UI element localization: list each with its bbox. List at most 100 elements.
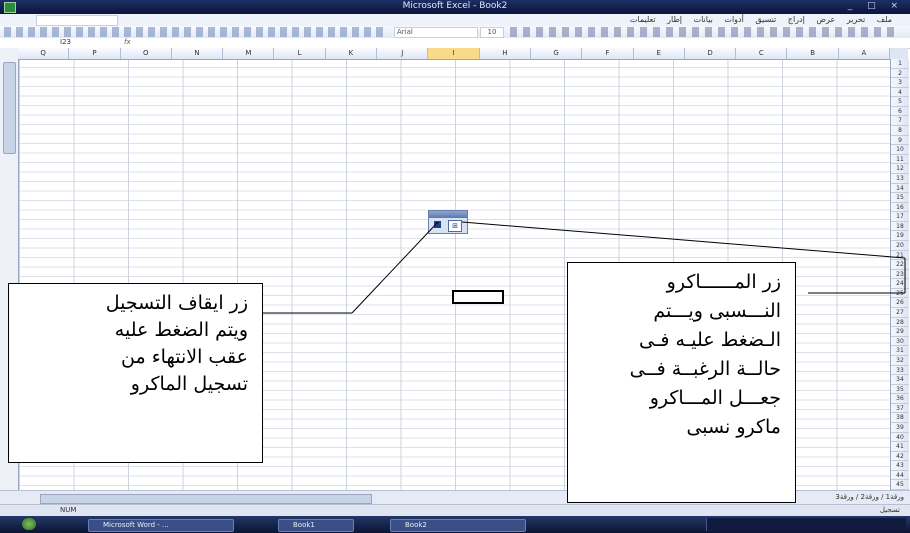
column-header[interactable]: F — [582, 48, 634, 59]
row-header[interactable]: 6 — [891, 107, 909, 117]
row-header[interactable]: 43 — [891, 461, 909, 471]
row-header[interactable]: 23 — [891, 270, 909, 280]
formatting-icons-icon[interactable] — [510, 27, 900, 37]
title-bar: Microsoft Excel - Book2 _ □ × — [0, 0, 910, 14]
row-header[interactable]: 15 — [891, 193, 909, 203]
menu-insert[interactable]: إدراج — [788, 15, 805, 24]
task-book1[interactable]: Book1 — [278, 519, 354, 532]
column-header[interactable]: J — [377, 48, 429, 59]
row-header[interactable]: 2 — [891, 69, 909, 79]
column-header[interactable]: M — [223, 48, 275, 59]
row-header[interactable]: 42 — [891, 452, 909, 462]
row-header[interactable]: 27 — [891, 308, 909, 318]
menu-window[interactable]: إطار — [667, 15, 682, 24]
row-header[interactable]: 18 — [891, 222, 909, 232]
row-header[interactable]: 20 — [891, 241, 909, 251]
column-header[interactable]: N — [172, 48, 224, 59]
row-header[interactable]: 40 — [891, 433, 909, 443]
task-book2[interactable]: Book2 — [390, 519, 526, 532]
row-header[interactable]: 5 — [891, 97, 909, 107]
row-headers: 1 2 3 4 5 6 7 8 9 10 11 12 13 14 15 16 17 18 19 20 21 22 23 24 2… — [890, 59, 909, 491]
fx-icon[interactable]: fx — [124, 38, 131, 47]
font-size-select[interactable]: 10 — [480, 27, 504, 38]
menu-help[interactable]: تعليمات — [630, 15, 656, 24]
excel-app-icon[interactable] — [4, 2, 16, 13]
row-header[interactable]: 37 — [891, 404, 909, 414]
menu-items[interactable]: ملف تحرير عرض إدراج تنسيق أدوات بيانات إ… — [630, 15, 892, 24]
row-header[interactable]: 32 — [891, 356, 909, 366]
row-header[interactable]: 14 — [891, 184, 909, 194]
column-header[interactable]: A — [839, 48, 891, 59]
column-header[interactable]: C — [736, 48, 788, 59]
column-header[interactable]: Q — [18, 48, 70, 59]
row-header[interactable]: 28 — [891, 318, 909, 328]
row-header[interactable]: 21 — [891, 251, 909, 261]
relative-reference-icon[interactable]: ⊞ — [448, 220, 462, 232]
row-header[interactable]: 19 — [891, 231, 909, 241]
callout-line: زر المــــــاكرو — [666, 271, 781, 293]
row-header[interactable]: 39 — [891, 423, 909, 433]
column-header[interactable]: I — [428, 48, 480, 59]
row-header[interactable]: 41 — [891, 442, 909, 452]
column-header[interactable]: P — [69, 48, 121, 59]
menu-data[interactable]: بيانات — [694, 15, 713, 24]
row-header[interactable]: 13 — [891, 174, 909, 184]
row-header[interactable]: 44 — [891, 471, 909, 481]
toolbar-title[interactable] — [429, 211, 467, 218]
taskbar: Microsoft Word - ... Book1 Book2 — [0, 516, 910, 533]
name-box[interactable]: I23 — [58, 38, 120, 47]
scrollbar-thumb[interactable] — [3, 62, 16, 154]
status-recording: تسجيل — [879, 506, 900, 514]
row-header[interactable]: 10 — [891, 145, 909, 155]
row-header[interactable]: 22 — [891, 260, 909, 270]
menu-tools[interactable]: أدوات — [724, 15, 743, 24]
column-header[interactable]: K — [326, 48, 378, 59]
column-header[interactable]: G — [531, 48, 583, 59]
horizontal-scrollbar[interactable] — [40, 494, 372, 504]
callout-stop-recording: زر ايقاف التسجيل ويتم الضغط عليه عقب الا… — [8, 283, 263, 463]
menu-edit[interactable]: تحرير — [847, 15, 865, 24]
column-header[interactable]: O — [121, 48, 172, 59]
column-header[interactable]: E — [634, 48, 685, 59]
row-header[interactable]: 9 — [891, 136, 909, 146]
window-controls[interactable]: _ □ × — [848, 1, 904, 11]
row-header[interactable]: 25 — [891, 289, 909, 299]
row-header[interactable]: 17 — [891, 212, 909, 222]
row-header[interactable]: 34 — [891, 375, 909, 385]
row-header[interactable]: 12 — [891, 164, 909, 174]
question-box[interactable] — [36, 15, 118, 26]
start-button[interactable] — [22, 518, 36, 530]
font-name-select[interactable]: Arial — [394, 27, 478, 38]
row-header[interactable]: 8 — [891, 126, 909, 136]
row-header[interactable]: 33 — [891, 366, 909, 376]
column-header[interactable]: B — [787, 48, 839, 59]
column-header[interactable]: D — [685, 48, 737, 59]
menu-format[interactable]: تنسيق — [755, 15, 776, 24]
row-header[interactable]: 26 — [891, 298, 909, 309]
row-header[interactable]: 29 — [891, 327, 909, 337]
toolbar-icons-icon[interactable] — [4, 27, 384, 37]
row-header[interactable]: 45 — [891, 480, 909, 491]
menu-view[interactable]: عرض — [816, 15, 835, 24]
sheet-tabs[interactable]: ورقة1 / ورقة2 / ورقة3 — [835, 493, 904, 501]
column-header[interactable]: H — [480, 48, 531, 59]
row-header[interactable]: 31 — [891, 346, 909, 356]
row-header[interactable]: 4 — [891, 88, 909, 98]
row-header[interactable]: 36 — [891, 394, 909, 404]
row-header[interactable]: 3 — [891, 78, 909, 88]
status-num: NUM — [60, 506, 77, 514]
row-header[interactable]: 16 — [891, 203, 909, 213]
column-headers: QPONMLKJIHGFEDCBA — [18, 48, 891, 60]
active-cell[interactable] — [452, 290, 504, 304]
row-header[interactable]: 38 — [891, 413, 909, 423]
row-header[interactable]: 24 — [891, 279, 909, 289]
column-header[interactable]: L — [274, 48, 326, 59]
stop-recording-icon[interactable] — [434, 221, 441, 228]
row-header[interactable]: 11 — [891, 155, 909, 165]
task-word[interactable]: Microsoft Word - ... — [88, 519, 234, 532]
row-header[interactable]: 30 — [891, 337, 909, 347]
row-header[interactable]: 1 — [891, 59, 909, 69]
row-header[interactable]: 7 — [891, 116, 909, 127]
menu-file[interactable]: ملف — [877, 15, 892, 24]
row-header[interactable]: 35 — [891, 385, 909, 395]
